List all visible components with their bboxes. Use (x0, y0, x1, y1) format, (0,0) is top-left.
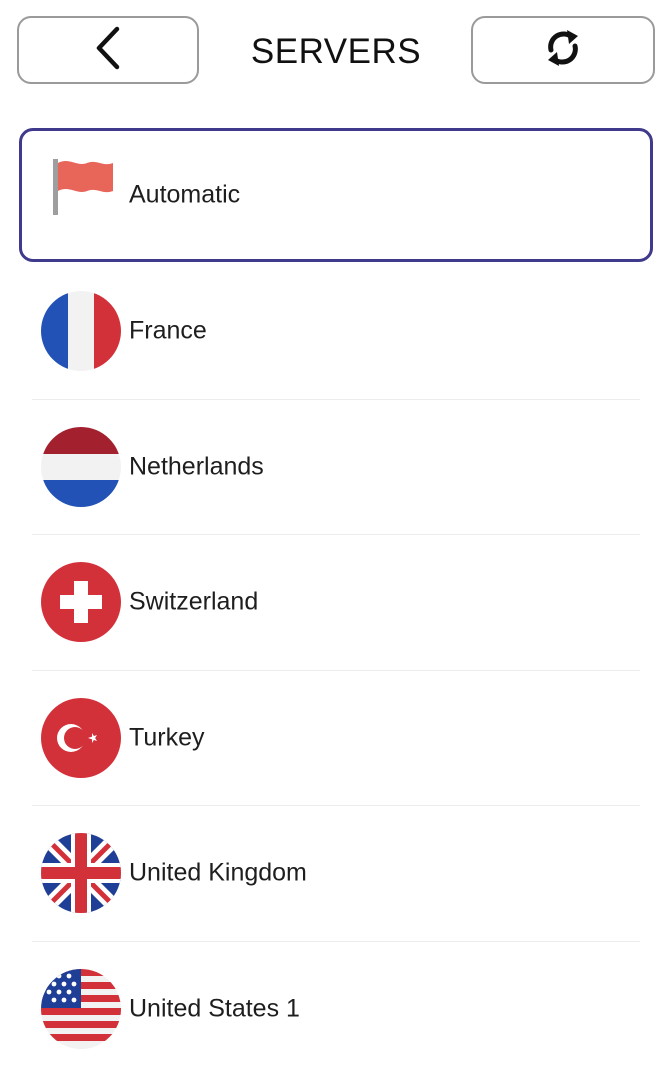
uk-flag-icon (41, 833, 121, 914)
switzerland-flag-icon (41, 562, 121, 643)
page-title: SERVERS (250, 32, 422, 71)
server-name: United Kingdom (129, 858, 307, 887)
server-name: United States 1 (129, 994, 300, 1023)
server-item-united-states-1[interactable]: United States 1 (32, 942, 640, 1076)
server-name: Netherlands (129, 452, 264, 481)
turkey-flag-icon (41, 697, 121, 778)
server-name: Automatic (129, 180, 241, 209)
france-flag-icon (41, 291, 121, 372)
us-flag-icon (41, 969, 121, 1050)
netherlands-flag-icon (41, 426, 121, 507)
server-list: Automatic France Netherlands Switzerland… (0, 128, 672, 1076)
server-item-france[interactable]: France (32, 264, 640, 400)
back-button[interactable] (17, 16, 199, 84)
server-item-netherlands[interactable]: Netherlands (32, 400, 640, 535)
refresh-button[interactable] (471, 16, 655, 84)
servers-screen: SERVERS Automatic France Netherlands Swi… (0, 0, 672, 1076)
server-item-turkey[interactable]: Turkey (32, 671, 640, 806)
server-item-switzerland[interactable]: Switzerland (32, 535, 640, 671)
server-name: France (129, 316, 207, 345)
server-item-automatic[interactable]: Automatic (19, 128, 653, 262)
server-item-united-kingdom[interactable]: United Kingdom (32, 806, 640, 942)
refresh-icon (543, 26, 583, 75)
server-name: Switzerland (129, 587, 259, 616)
server-name: Turkey (129, 723, 205, 752)
chevron-left-icon (91, 25, 125, 76)
flag-icon (51, 155, 131, 235)
